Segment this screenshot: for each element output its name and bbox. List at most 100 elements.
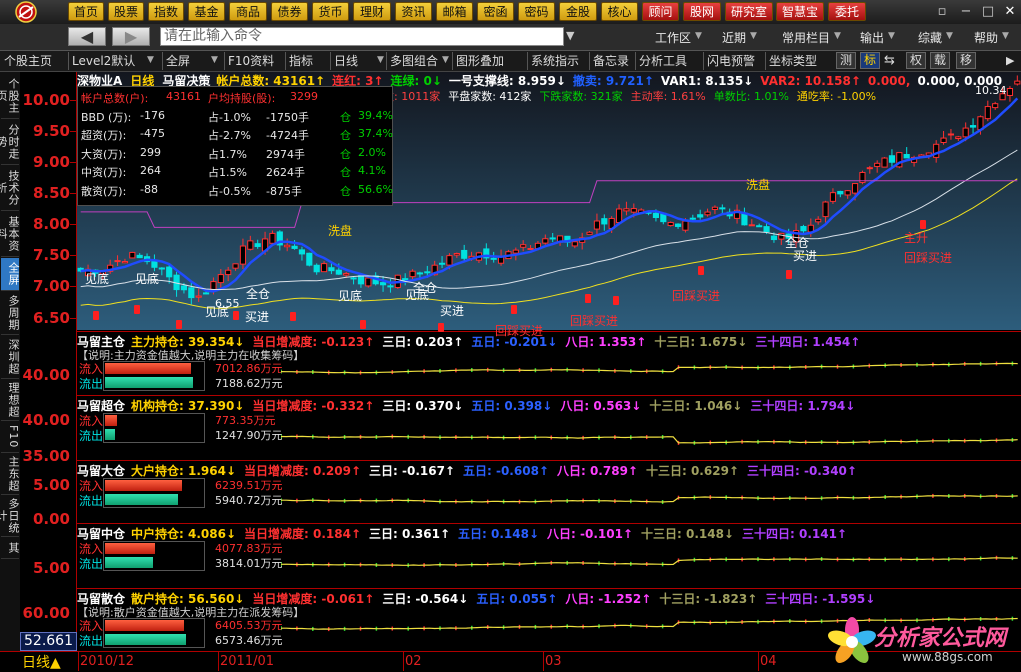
close-icon[interactable]: ✕ (1002, 4, 1018, 20)
toolbar-item-11[interactable]: 闪电预警 (707, 53, 755, 70)
candle (520, 244, 527, 248)
left-tab-7[interactable]: 理想超 (1, 380, 20, 421)
left-tab-8[interactable]: F10 (1, 422, 20, 453)
toolbar-item-8[interactable]: 系统指示 (531, 53, 579, 70)
indicator-panel-2[interactable]: 马留大仓 大户持仓: 1.964↓ 当日增减度: 0.209↑ 三日: -0.167↑… (77, 460, 1021, 524)
toolbar-dropdown-icon[interactable]: ▼ (377, 55, 384, 65)
nav-button-4[interactable]: 商品 (229, 2, 267, 21)
menu-3[interactable]: 输出 (860, 29, 884, 46)
candle (593, 220, 601, 230)
toolbar-more-icon[interactable]: ▶ (1006, 54, 1014, 67)
candle (874, 162, 881, 167)
nav-button-14[interactable]: 顾问 (642, 2, 679, 21)
candle (129, 251, 136, 259)
toolbar-item-7[interactable]: 图形叠加 (456, 53, 504, 70)
toolbar-separator (765, 52, 766, 70)
back-button[interactable]: ◀ (68, 27, 106, 46)
left-tab-2[interactable]: 技术分析 (0, 166, 20, 211)
candle (217, 274, 224, 284)
toolbar-item-12[interactable]: 坐标类型 (769, 53, 817, 70)
toolbar-tool-1[interactable]: 标 (860, 52, 880, 69)
stat-pos-value: 4.1% (358, 164, 386, 177)
outflow-label: 流出 (79, 557, 104, 571)
toolbar-dropdown-icon[interactable]: ▼ (211, 55, 218, 65)
nav-button-11[interactable]: 密码 (518, 2, 555, 21)
candle (490, 257, 497, 260)
toolbar-tool-0[interactable]: 测 (836, 52, 856, 69)
signal-marker (920, 220, 926, 229)
signal-label: 见底 (85, 272, 110, 286)
panel-axis-label: 60.00 (22, 603, 70, 622)
nav-button-2[interactable]: 指数 (148, 2, 184, 21)
nav-button-7[interactable]: 理财 (353, 2, 391, 21)
menu-4[interactable]: 综藏 (918, 29, 942, 46)
toolbar-item-4[interactable]: 指标 (289, 53, 313, 70)
menu-5[interactable]: 帮助 (974, 29, 998, 46)
toolbar-dropdown-icon[interactable]: ▼ (147, 55, 154, 65)
left-tab-3[interactable]: 基本资料 (0, 212, 20, 257)
left-tab-11[interactable]: 其 (1, 538, 20, 559)
nav-button-3[interactable]: 基金 (188, 2, 225, 21)
header-value: VAR1: 8.135↓ (660, 74, 754, 88)
command-input[interactable]: 请在此输入命令 (160, 27, 564, 46)
nav-button-0[interactable]: 首页 (68, 2, 104, 21)
toolbar-item-6[interactable]: 多图组合 (390, 53, 438, 70)
nav-button-18[interactable]: 委托 (828, 2, 866, 21)
menu-0[interactable]: 工作区 (655, 29, 691, 46)
inflow-bar (105, 480, 182, 491)
nav-button-12[interactable]: 金股 (559, 2, 597, 21)
candle (940, 137, 947, 143)
forward-button[interactable]: ▶ (112, 27, 150, 46)
nav-button-13[interactable]: 核心 (601, 2, 638, 21)
left-tab-1[interactable]: 分时走势 (0, 120, 20, 165)
signal-label: 买进 (245, 310, 270, 324)
nav-button-10[interactable]: 密函 (477, 2, 514, 21)
indicator-panel-1[interactable]: 马留超仓 机构持仓: 37.390↓ 当日增减度: -0.332↑ 三日: 0.370… (77, 395, 1021, 461)
nav-button-17[interactable]: 智慧宝 (776, 2, 824, 21)
toolbar-item-2[interactable]: 全屏 (166, 53, 190, 70)
nav-button-16[interactable]: 研究室 (725, 2, 773, 21)
nav-button-5[interactable]: 债券 (271, 2, 308, 21)
restore-icon[interactable]: ▫ (934, 4, 950, 20)
signal-marker (93, 311, 99, 320)
left-tab-9[interactable]: 主东超 (1, 454, 20, 495)
signal-marker (786, 270, 792, 279)
left-tab-6[interactable]: 深圳超 (1, 336, 20, 379)
candle (239, 245, 247, 265)
indicator-panel-3[interactable]: 马留中仓 中户持仓: 4.086↓ 当日增减度: 0.184↑ 三日: 0.361↑ 五… (77, 523, 1021, 589)
toolbar-item-10[interactable]: 分析工具 (639, 53, 687, 70)
nav-button-9[interactable]: 邮箱 (436, 2, 473, 21)
toolbar-item-5[interactable]: 日线 (334, 53, 358, 70)
menu-1[interactable]: 近期 (722, 29, 746, 46)
nav-button-6[interactable]: 货币 (312, 2, 349, 21)
nav-button-8[interactable]: 资讯 (395, 2, 432, 21)
date-label: 04 (760, 654, 777, 669)
nav-button-1[interactable]: 股票 (108, 2, 144, 21)
toolbar-item-1[interactable]: Level2默认 (72, 53, 135, 70)
maximize-icon[interactable]: □ (980, 4, 996, 20)
toolbar-tool-2[interactable]: 权 (906, 52, 926, 69)
panel-line-chart (281, 493, 1018, 505)
indicator-panel-0[interactable]: 马留主仓 主力持仓: 39.354↓ 当日增减度: -0.123↑ 三日: 0.203… (77, 331, 1021, 396)
left-tab-10[interactable]: 多日统计 (0, 496, 20, 537)
nav-button-15[interactable]: 股网 (683, 2, 721, 21)
toolbar-tool-3[interactable]: 载 (930, 52, 950, 69)
left-tab-0[interactable]: 个股主页 (0, 74, 20, 119)
candle (387, 285, 394, 288)
toolbar-extra-icon[interactable]: ⇆ (884, 53, 895, 68)
minimize-icon[interactable]: − (958, 4, 974, 20)
candle (188, 287, 195, 299)
toolbar-item-9[interactable]: 备忘录 (593, 53, 629, 70)
panel-axis-label: 35.00 (22, 447, 70, 465)
left-tab-5[interactable]: 多周期 (1, 292, 20, 335)
toolbar-item-3[interactable]: F10资料 (228, 53, 274, 70)
menu-2[interactable]: 常用栏目 (782, 29, 830, 46)
left-tab-4[interactable]: 全屏 (1, 258, 20, 291)
toolbar-tool-4[interactable]: 移 (956, 52, 976, 69)
candle (756, 225, 763, 228)
command-dropdown-icon[interactable]: ▼ (566, 29, 574, 42)
toolbar-dropdown-icon[interactable]: ▼ (442, 55, 449, 65)
toolbar-item-0[interactable]: 个股主页 (4, 53, 52, 70)
date-separator (543, 651, 544, 671)
period-label[interactable]: 日线▲ (22, 652, 61, 672)
